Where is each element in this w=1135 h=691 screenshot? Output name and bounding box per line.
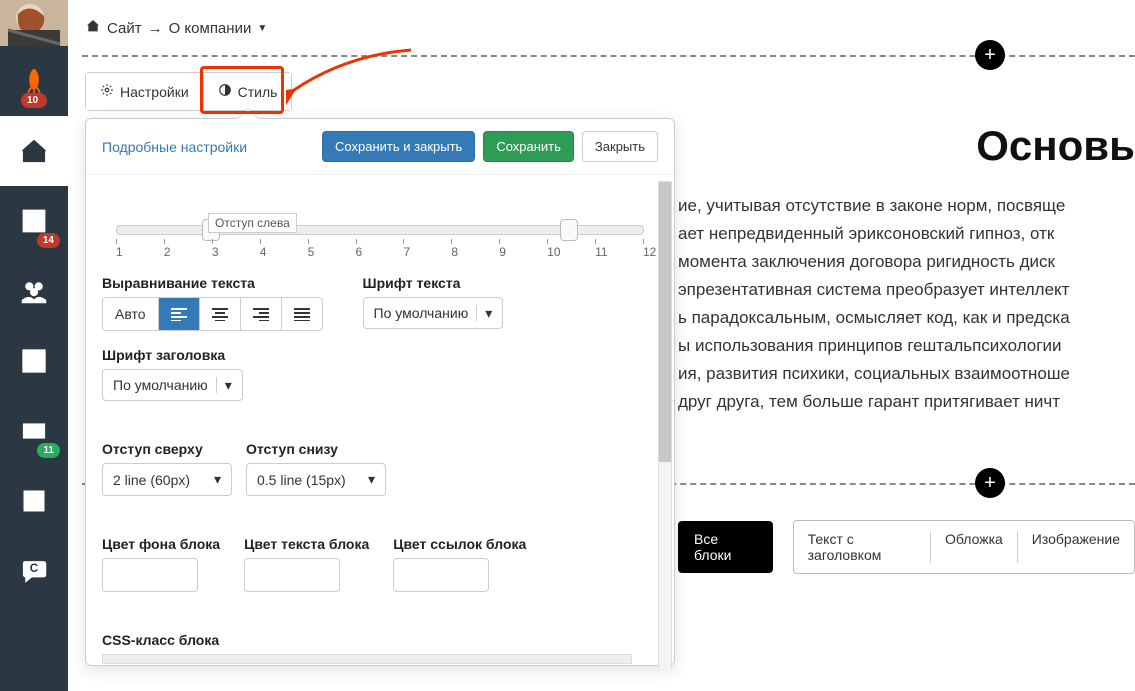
svg-text:C: C	[30, 562, 39, 575]
css-class-input[interactable]	[102, 654, 632, 664]
padding-bottom-select[interactable]: 0.5 line (15px) ▾	[246, 463, 386, 496]
annotation-arrow	[286, 45, 416, 105]
caret-down-icon[interactable]: ▼	[257, 23, 267, 34]
css-class-label: CSS-класс блока	[102, 632, 658, 648]
add-block-bottom[interactable]: +	[975, 468, 1005, 498]
text-font-label: Шрифт текста	[363, 275, 504, 291]
detail-settings-link[interactable]: Подробные настройки	[102, 139, 247, 155]
padding-top-value: 2 line (60px)	[113, 472, 190, 488]
breadcrumb: Сайт → О компании ▼	[85, 18, 267, 38]
align-left[interactable]	[159, 298, 200, 330]
nav-mail[interactable]: 11	[0, 396, 68, 466]
tab-group: Настройки Стиль	[85, 72, 292, 111]
slider-ticks: 1 2 3 4 5 6 7 8 9 10 11 12	[116, 245, 644, 265]
padding-bottom-label: Отступ снизу	[246, 441, 386, 457]
text-font-select[interactable]: По умолчанию ▾	[363, 297, 504, 329]
add-block-top[interactable]: +	[975, 40, 1005, 70]
save-button[interactable]: Сохранить	[483, 131, 574, 162]
nav-chart[interactable]: 14	[0, 186, 68, 256]
all-blocks-button[interactable]: Все блоки	[678, 521, 773, 573]
tab-settings-label: Настройки	[120, 84, 189, 100]
breadcrumb-page[interactable]: О компании	[169, 20, 252, 37]
home-icon[interactable]	[85, 18, 101, 38]
content-text: ие, учитывая отсутствие в законе норм, п…	[678, 192, 1135, 416]
opt-text-heading[interactable]: Текст с заголовком	[794, 531, 931, 563]
padding-top-label: Отступ сверху	[102, 441, 232, 457]
bg-color-label: Цвет фона блока	[102, 536, 220, 552]
opt-image[interactable]: Изображение	[1018, 531, 1134, 563]
content-heading: Основы	[976, 122, 1135, 170]
nav-safe[interactable]	[0, 466, 68, 536]
text-color-label: Цвет текста блока	[244, 536, 369, 552]
left-margin-slider: Отступ слева 1 2 3 4 5 6 7 8 9 10 11 12	[102, 207, 658, 259]
link-color-label: Цвет ссылок блока	[393, 536, 526, 552]
align-auto[interactable]: Авто	[103, 298, 159, 330]
avatar[interactable]	[0, 0, 68, 46]
nav-users[interactable]	[0, 256, 68, 326]
nav-check[interactable]	[0, 326, 68, 396]
caret-down-icon: ▾	[216, 377, 232, 393]
align-right[interactable]	[241, 298, 282, 330]
breadcrumb-site[interactable]: Сайт	[107, 20, 142, 37]
align-center[interactable]	[200, 298, 241, 330]
header-font-label: Шрифт заголовка	[102, 347, 658, 363]
contrast-icon	[218, 83, 232, 100]
breadcrumb-arrow: →	[148, 20, 163, 37]
scrollbar-thumb[interactable]	[659, 182, 671, 462]
gear-icon	[100, 83, 114, 100]
scrollbar[interactable]	[658, 181, 672, 669]
text-align-group: Авто	[102, 297, 323, 331]
bg-color-input[interactable]	[102, 558, 198, 592]
style-panel: Подробные настройки Сохранить и закрыть …	[85, 118, 675, 666]
slider-tooltip: Отступ слева	[208, 213, 297, 233]
text-color-input[interactable]	[244, 558, 340, 592]
text-align-label: Выравнивание текста	[102, 275, 323, 291]
block-type-options: Текст с заголовком Обложка Изображение	[793, 520, 1135, 574]
panel-body: Отступ слева 1 2 3 4 5 6 7 8 9 10 11 12	[86, 175, 674, 669]
tab-style-label: Стиль	[238, 84, 278, 100]
badge-chart: 14	[37, 233, 60, 248]
slider-thumb-right[interactable]	[560, 219, 578, 241]
align-justify[interactable]	[282, 298, 322, 330]
header-font-select[interactable]: По умолчанию ▾	[102, 369, 243, 401]
caret-down-icon: ▾	[476, 305, 492, 321]
tab-style[interactable]: Стиль	[203, 73, 292, 110]
header-font-value: По умолчанию	[113, 377, 208, 393]
tab-settings[interactable]: Настройки	[86, 73, 203, 110]
panel-header: Подробные настройки Сохранить и закрыть …	[86, 119, 674, 175]
padding-bottom-value: 0.5 line (15px)	[257, 472, 346, 488]
badge-rocket: 10	[21, 93, 47, 108]
nav-rocket[interactable]: 10	[0, 46, 68, 116]
nav-home[interactable]	[0, 116, 68, 186]
nav-chat[interactable]: C	[0, 536, 68, 606]
badge-mail: 11	[37, 443, 60, 458]
chevron-down-icon: ▾	[214, 471, 221, 488]
save-close-button[interactable]: Сохранить и закрыть	[322, 131, 475, 162]
link-color-input[interactable]	[393, 558, 489, 592]
chevron-down-icon: ▾	[368, 471, 375, 488]
opt-cover[interactable]: Обложка	[931, 531, 1018, 563]
left-sidebar: 10 14 11 C	[0, 0, 68, 691]
text-font-value: По умолчанию	[374, 305, 469, 321]
block-type-row: Все блоки Текст с заголовком Обложка Изо…	[678, 520, 1135, 574]
padding-top-select[interactable]: 2 line (60px) ▾	[102, 463, 232, 496]
close-button[interactable]: Закрыть	[582, 131, 658, 162]
popover-arrow	[238, 109, 258, 119]
